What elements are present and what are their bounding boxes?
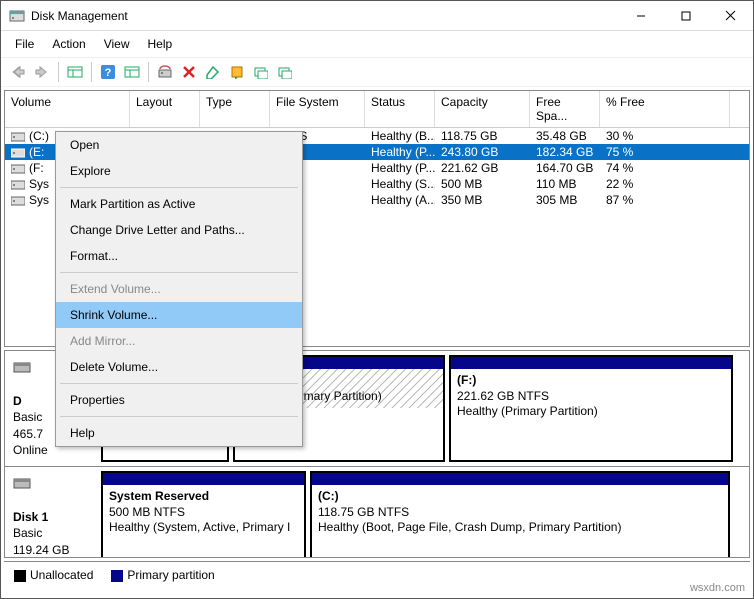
menubar: File Action View Help xyxy=(1,31,753,57)
settings-button[interactable] xyxy=(154,61,176,83)
menu-file[interactable]: File xyxy=(7,33,42,55)
menu-action[interactable]: Action xyxy=(44,33,93,55)
col-capacity[interactable]: Capacity xyxy=(435,91,530,127)
watermark: wsxdn.com xyxy=(690,582,745,594)
context-item: Extend Volume... xyxy=(56,276,302,302)
delete-button[interactable] xyxy=(178,61,200,83)
context-item[interactable]: Help xyxy=(56,420,302,446)
maximize-button[interactable] xyxy=(663,1,708,30)
context-item[interactable]: Properties xyxy=(56,387,302,413)
disk-label: Disk 1Basic119.24 GBOnline xyxy=(9,471,97,558)
context-item[interactable]: Delete Volume... xyxy=(56,354,302,380)
context-item[interactable]: Open xyxy=(56,132,302,158)
partition[interactable]: System Reserved500 MB NTFSHealthy (Syste… xyxy=(101,471,306,558)
forward-button[interactable] xyxy=(31,61,53,83)
action-button-3[interactable] xyxy=(274,61,296,83)
col-layout[interactable]: Layout xyxy=(130,91,200,127)
titlebar: Disk Management xyxy=(1,1,753,31)
col-freespace[interactable]: Free Spa... xyxy=(530,91,600,127)
partition[interactable]: (C:)118.75 GB NTFSHealthy (Boot, Page Fi… xyxy=(310,471,730,558)
disk-row: Disk 1Basic119.24 GBOnlineSystem Reserve… xyxy=(5,467,749,558)
refresh-button[interactable] xyxy=(121,61,143,83)
legend: Unallocated Primary partition xyxy=(4,561,750,588)
col-pctfree[interactable]: % Free xyxy=(600,91,730,127)
back-button[interactable] xyxy=(7,61,29,83)
context-item: Add Mirror... xyxy=(56,328,302,354)
col-volume[interactable]: Volume xyxy=(5,91,130,127)
toolbar: ? xyxy=(1,57,753,87)
context-item[interactable]: Shrink Volume... xyxy=(56,302,302,328)
menu-view[interactable]: View xyxy=(96,33,138,55)
col-type[interactable]: Type xyxy=(200,91,270,127)
context-item[interactable]: Format... xyxy=(56,243,302,269)
context-item[interactable]: Explore xyxy=(56,158,302,184)
show-hide-tree-button[interactable] xyxy=(64,61,86,83)
legend-primary: Primary partition xyxy=(111,568,214,582)
action-button-2[interactable] xyxy=(250,61,272,83)
menu-help[interactable]: Help xyxy=(140,33,181,55)
context-menu: OpenExplore Mark Partition as ActiveChang… xyxy=(55,131,303,447)
properties-button[interactable] xyxy=(202,61,224,83)
action-button-1[interactable] xyxy=(226,61,248,83)
minimize-button[interactable] xyxy=(618,1,663,30)
svg-text:?: ? xyxy=(105,67,112,79)
partition[interactable]: (F:)221.62 GB NTFSHealthy (Primary Parti… xyxy=(449,355,733,462)
app-icon xyxy=(9,8,25,24)
window-title: Disk Management xyxy=(31,9,618,23)
context-item[interactable]: Change Drive Letter and Paths... xyxy=(56,217,302,243)
help-button[interactable]: ? xyxy=(97,61,119,83)
grid-header: Volume Layout Type File System Status Ca… xyxy=(5,91,749,128)
col-filesystem[interactable]: File System xyxy=(270,91,365,127)
context-item[interactable]: Mark Partition as Active xyxy=(56,191,302,217)
col-status[interactable]: Status xyxy=(365,91,435,127)
close-button[interactable] xyxy=(708,1,753,30)
legend-unallocated: Unallocated xyxy=(14,568,93,582)
